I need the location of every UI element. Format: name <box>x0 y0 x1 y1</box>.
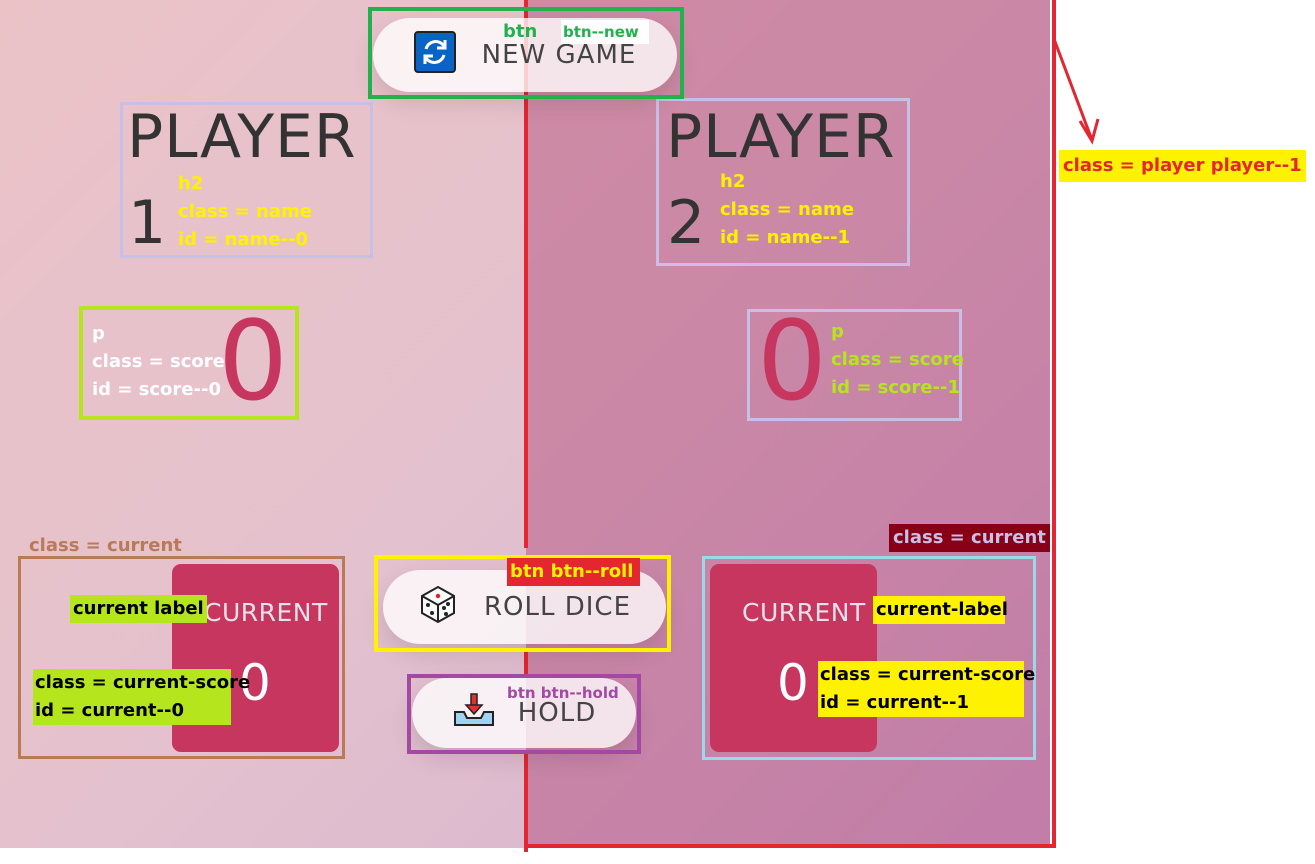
roll-dice-class-annotation: btn btn--roll <box>507 558 640 586</box>
new-game-btn-annotation: btn <box>503 21 538 42</box>
name-0-annotation: h2 class = name id = name--0 <box>178 173 312 250</box>
player-1-annotation-bottom-edge <box>524 844 1056 848</box>
current-0-annotation-box <box>18 556 345 759</box>
current-0-label-annotation: current label <box>70 595 207 623</box>
current-0-class-annotation: class = current <box>29 535 182 556</box>
player-1-class-annotation: class = player player--1 <box>1059 150 1306 182</box>
annotation-arrow-icon <box>1052 38 1100 145</box>
hold-class-annotation: btn btn--hold <box>507 684 619 702</box>
score-0-annotation: p class = score id = score--0 <box>92 323 225 400</box>
current-0-score-annotation: class = current-score id = current--0 <box>33 669 250 725</box>
new-game-class-annotation: btn--new <box>561 20 649 44</box>
